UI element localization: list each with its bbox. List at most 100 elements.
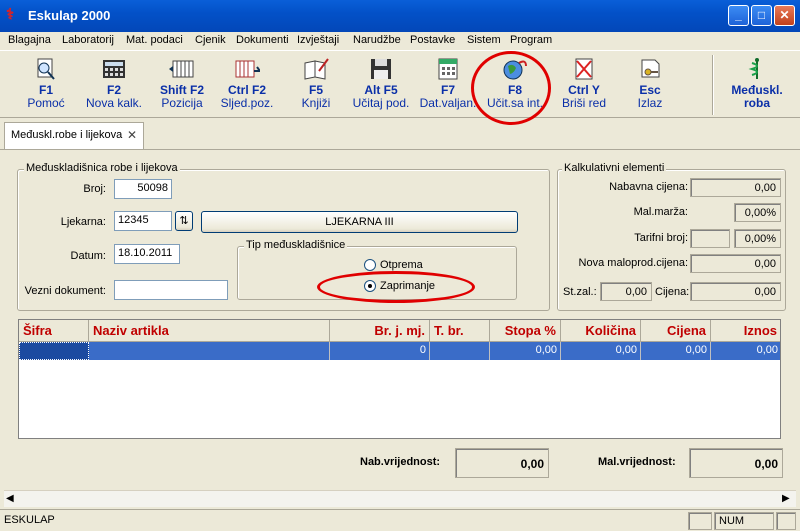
items-grid[interactable]: Šifra Naziv artikla Br. j. mj. T. br. St… xyxy=(18,319,781,439)
nabavna-value: 0,00 xyxy=(690,178,781,197)
cell-tbr[interactable] xyxy=(430,342,490,360)
calendar-icon xyxy=(438,58,458,80)
tab-strip: Međuskl.robe i lijekova ✕ xyxy=(0,118,800,150)
col-header-iznos[interactable]: Iznos xyxy=(711,320,780,342)
caduceus-icon xyxy=(748,58,759,79)
menu-cjenik[interactable]: Cjenik xyxy=(195,34,226,46)
menu-bar: Blagajna Laboratorij Mat. podaci Cjenik … xyxy=(0,32,800,50)
ljekarna-label: Ljekarna: xyxy=(60,216,106,228)
broj-field[interactable]: 50098 xyxy=(114,179,172,199)
tip-group-title: Tip međuskladišnice xyxy=(244,239,348,251)
vezni-dokument-field[interactable] xyxy=(114,280,228,300)
title-bar[interactable]: ⚕ Eskulap 2000 _ □ ✕ xyxy=(0,0,800,32)
menu-postavke[interactable]: Postavke xyxy=(410,34,455,46)
tab-close-icon[interactable]: ✕ xyxy=(127,128,137,142)
datum-label: Datum: xyxy=(70,250,106,262)
lookup-button[interactable]: ⇅ xyxy=(175,211,193,231)
minimize-button[interactable]: _ xyxy=(728,5,749,26)
cijena-value: 0,00 xyxy=(690,282,781,301)
col-header-tbr[interactable]: T. br. xyxy=(430,320,490,342)
new-calculation-button[interactable]: F2 Nova kalk. xyxy=(82,57,146,117)
nab-vrijednost-value: 0,00 xyxy=(455,448,549,478)
ljekarna-name-button[interactable]: LJEKARNA III xyxy=(201,211,518,233)
nova-cijena-value: 0,00 xyxy=(690,254,781,273)
col-header-brj[interactable]: Br. j. mj. xyxy=(330,320,430,342)
marza-value: 0,00% xyxy=(734,203,781,222)
status-app: ESKULAP xyxy=(4,514,55,526)
highlight-circle-zaprimanje xyxy=(317,271,475,303)
stzal-value: 0,00 xyxy=(600,282,652,301)
position-button[interactable]: Shift F2 Pozicija xyxy=(152,57,212,117)
col-header-cijena[interactable]: Cijena xyxy=(641,320,711,342)
help-icon xyxy=(37,58,55,80)
menu-laboratorij[interactable]: Laboratorij xyxy=(62,34,114,46)
position-icon xyxy=(169,60,194,78)
post-button[interactable]: F5 Knjiži xyxy=(294,57,338,117)
broj-label: Broj: xyxy=(83,183,106,195)
menu-blagajna[interactable]: Blagajna xyxy=(8,34,51,46)
window-title: Eskulap 2000 xyxy=(28,8,111,23)
app-icon[interactable]: ⚕ xyxy=(6,7,22,23)
exit-key-icon xyxy=(641,59,660,78)
expiry-date-button[interactable]: F7 Dat.valjan. xyxy=(418,57,478,117)
calculator-icon xyxy=(103,60,125,78)
delete-row-icon xyxy=(575,58,593,80)
cell-stopa[interactable]: 0,00 xyxy=(490,342,561,360)
vezni-dokument-label: Vezni dokument: xyxy=(24,285,106,297)
stzal-label: St.zal.: xyxy=(563,286,597,298)
menu-narudzbe[interactable]: Narudžbe xyxy=(353,34,401,46)
form-group-title: Međuskladišnica robe i lijekova xyxy=(24,162,180,174)
toolbar-separator xyxy=(712,55,714,115)
col-header-sifra[interactable]: Šifra xyxy=(19,320,89,342)
menu-mat-podaci[interactable]: Mat. podaci xyxy=(126,34,183,46)
col-header-naziv[interactable]: Naziv artikla xyxy=(89,320,330,342)
mal-vrijednost-label: Mal.vrijednost: xyxy=(598,456,676,468)
nabavna-label: Nabavna cijena: xyxy=(609,181,688,193)
delete-row-button[interactable]: Ctrl Y Briši red xyxy=(556,57,612,117)
tarifni-value xyxy=(690,229,730,248)
otprema-radio[interactable] xyxy=(364,259,376,271)
cell-naziv[interactable] xyxy=(89,342,330,360)
cijena-label: Cijena: xyxy=(655,286,690,298)
scroll-right-icon[interactable]: ▶ xyxy=(782,493,790,504)
maximize-button[interactable]: □ xyxy=(751,5,772,26)
nova-cijena-label: Nova maloprod.cijena: xyxy=(578,257,688,269)
menu-izvjestaji[interactable]: Izvještaji xyxy=(297,34,339,46)
module-intermediate-stock-button[interactable]: Međuskl. roba xyxy=(724,57,790,117)
marza-label: Mal.marža: xyxy=(633,206,688,218)
menu-sistem[interactable]: Sistem xyxy=(467,34,501,46)
book-icon xyxy=(304,58,329,80)
tarifni-label: Tarifni broj: xyxy=(634,232,688,244)
scroll-left-icon[interactable]: ◀ xyxy=(6,493,14,504)
menu-program[interactable]: Program xyxy=(510,34,552,46)
nab-vrijednost-label: Nab.vrijednost: xyxy=(360,456,441,468)
calc-group-title: Kalkulativni elementi xyxy=(562,162,667,174)
tab-intermediate-stock[interactable]: Međuskl.robe i lijekova ✕ xyxy=(4,122,144,149)
lookup-icon: ⇅ xyxy=(179,215,189,227)
mal-vrijednost-value: 0,00 xyxy=(689,448,783,478)
col-header-kolicina[interactable]: Količina xyxy=(561,320,641,342)
cell-iznos[interactable]: 0,00 xyxy=(711,342,780,360)
cell-kolicina[interactable]: 0,00 xyxy=(561,342,641,360)
cell-sifra[interactable] xyxy=(19,342,89,360)
help-button[interactable]: F1 Pomoć xyxy=(20,57,72,117)
exit-button[interactable]: Esc Izlaz xyxy=(628,57,672,117)
col-header-stopa[interactable]: Stopa % xyxy=(490,320,561,342)
close-button[interactable]: ✕ xyxy=(774,5,795,26)
status-bar: ESKULAP NUM xyxy=(0,509,800,531)
cell-cijena[interactable]: 0,00 xyxy=(641,342,711,360)
menu-dokumenti[interactable]: Dokumenti xyxy=(236,34,289,46)
status-panel-empty xyxy=(688,512,712,530)
tarifni-pct-value: 0,00% xyxy=(734,229,781,248)
toolbar: F1 Pomoć F2 Nova kalk. Shift F2 Pozicija Ct… xyxy=(0,50,800,125)
otprema-label[interactable]: Otprema xyxy=(380,259,423,271)
floppy-icon xyxy=(371,59,391,79)
datum-field[interactable]: 18.10.2011 xyxy=(114,244,180,264)
ljekarna-field[interactable]: 12345 xyxy=(114,211,172,231)
next-position-button[interactable]: Ctrl F2 Sljed.poz. xyxy=(216,57,278,117)
horizontal-scrollbar[interactable]: ◀ ▶ xyxy=(4,490,796,507)
highlight-circle-f8 xyxy=(471,51,551,125)
next-position-icon xyxy=(235,60,260,78)
cell-brj[interactable]: 0 xyxy=(330,342,430,360)
load-data-button[interactable]: Alt F5 Učitaj pod. xyxy=(348,57,414,117)
